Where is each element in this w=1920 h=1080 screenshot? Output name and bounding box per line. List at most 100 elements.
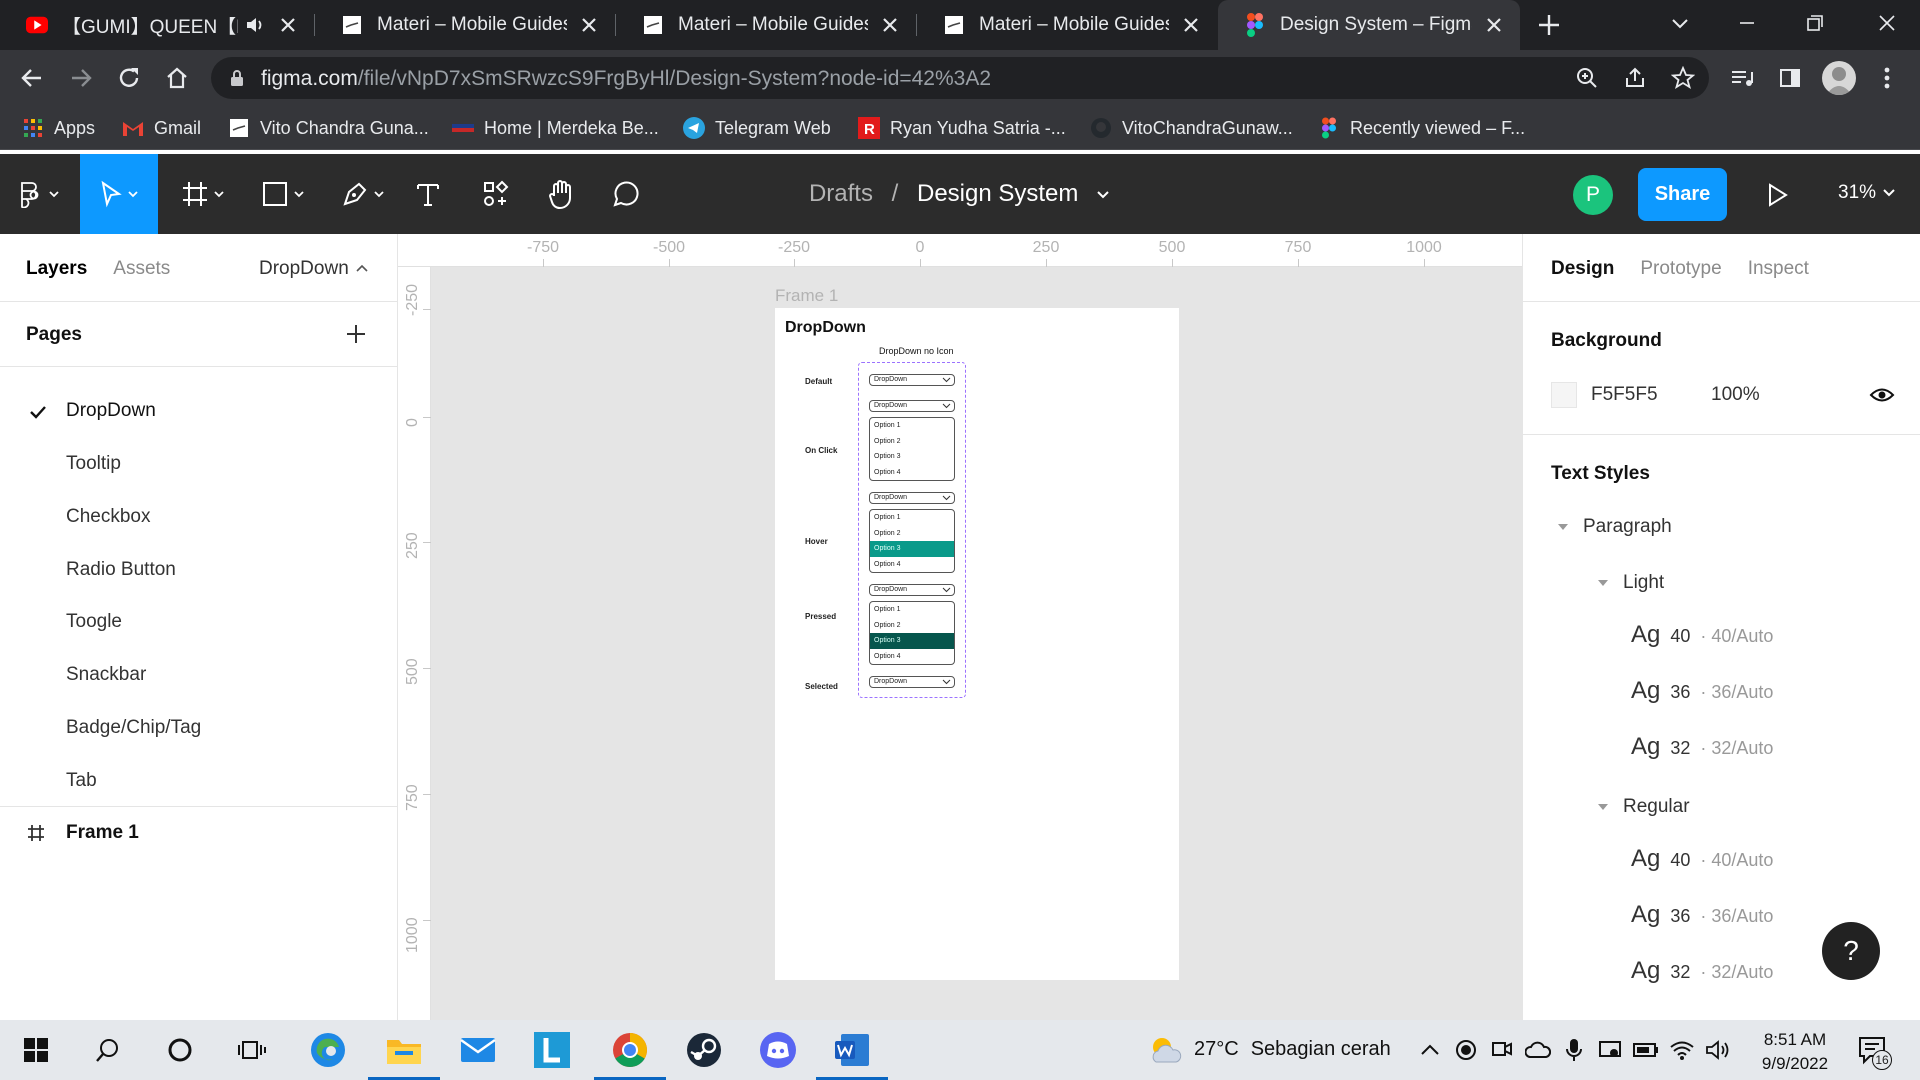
shape-tool-button[interactable] — [254, 154, 316, 234]
page-item-tooltip[interactable]: Tooltip — [66, 453, 121, 475]
comment-tool-button[interactable] — [604, 154, 648, 234]
home-icon[interactable] — [162, 63, 192, 93]
text-tool-button[interactable] — [406, 154, 450, 234]
page-item-toogle[interactable]: Toogle — [66, 611, 122, 633]
breadcrumb-drafts[interactable]: Drafts — [809, 180, 873, 207]
new-tab-plus-icon[interactable] — [1534, 10, 1564, 40]
background-opacity-input[interactable]: 100% — [1711, 384, 1760, 406]
share-page-icon[interactable] — [1623, 66, 1647, 90]
minimize-icon[interactable] — [1732, 8, 1762, 38]
notification-center-icon[interactable]: 16 — [1854, 1032, 1894, 1072]
text-style-group-light[interactable]: Light — [1597, 572, 1664, 594]
close-tab-icon[interactable] — [577, 13, 601, 37]
word-icon[interactable] — [816, 1028, 888, 1080]
page-item-tab[interactable]: Tab — [66, 770, 97, 792]
option-item[interactable]: Option 2 — [870, 434, 954, 450]
frame-1[interactable]: DropDown DropDown no Icon Default On Cli… — [775, 308, 1179, 980]
option-item-hovered[interactable]: Option 3 — [870, 541, 954, 557]
tab-layers[interactable]: Layers — [26, 258, 87, 280]
windows-start-icon[interactable] — [14, 1028, 58, 1072]
text-style-group-regular[interactable]: Regular — [1597, 796, 1690, 818]
display-settings-icon[interactable] — [1596, 1036, 1624, 1064]
address-bar[interactable]: figma.com/file/vNpD7xSmSRwzcS9FrgByHl/De… — [211, 57, 1709, 99]
bookmark-ryan[interactable]: R Ryan Yudha Satria -... — [858, 115, 1066, 141]
text-style-group-paragraph[interactable]: Paragraph — [1557, 516, 1672, 538]
tab-design[interactable]: Design — [1551, 258, 1614, 280]
browser-tab-youtube[interactable]: 【GUMI】QUEEN【Kanaria】 — [0, 0, 314, 50]
chevron-up-icon[interactable] — [1416, 1036, 1444, 1064]
present-play-icon[interactable] — [1764, 181, 1790, 209]
help-button[interactable]: ? — [1822, 922, 1880, 980]
browser-tab-materi-1[interactable]: Materi – Mobile Guides — [315, 0, 615, 50]
zoom-magnifier-icon[interactable] — [1575, 66, 1599, 90]
option-item[interactable]: Option 3 — [870, 449, 954, 465]
close-tab-icon[interactable] — [1482, 13, 1506, 37]
option-item[interactable]: Option 2 — [870, 526, 954, 542]
tab-assets[interactable]: Assets — [113, 258, 170, 280]
meet-now-icon[interactable] — [1488, 1036, 1516, 1064]
bookmark-star-icon[interactable] — [1671, 66, 1695, 90]
hand-tool-button[interactable] — [540, 154, 584, 234]
option-item-pressed[interactable]: Option 3 — [870, 633, 954, 649]
option-item[interactable]: Option 1 — [870, 510, 954, 526]
add-page-plus-icon[interactable] — [344, 322, 368, 346]
tab-prototype[interactable]: Prototype — [1640, 258, 1721, 280]
chrome-icon[interactable] — [594, 1028, 666, 1080]
bookmark-merdeka[interactable]: Home | Merdeka Be... — [452, 115, 659, 141]
option-item[interactable]: Option 1 — [870, 418, 954, 434]
close-tab-icon[interactable] — [878, 13, 902, 37]
text-style-regular-32[interactable]: Ag 32 · 32/Auto — [1631, 957, 1773, 985]
bookmark-apps[interactable]: Apps — [22, 115, 95, 141]
cortana-icon[interactable] — [158, 1028, 202, 1072]
page-item-snackbar[interactable]: Snackbar — [66, 664, 146, 686]
dropdown-default[interactable]: DropDown — [869, 374, 955, 386]
browser-tab-materi-2[interactable]: Materi – Mobile Guides (Copy) — [616, 0, 916, 50]
option-item[interactable]: Option 2 — [870, 618, 954, 634]
eye-icon[interactable] — [1869, 383, 1895, 407]
page-item-radio-button[interactable]: Radio Button — [66, 559, 176, 581]
tab-inspect[interactable]: Inspect — [1748, 258, 1809, 280]
design-canvas[interactable]: -750 -500 -250 0 250 500 750 1000 -250 0… — [398, 234, 1522, 1020]
share-button[interactable]: Share — [1638, 168, 1727, 221]
frame-label[interactable]: Frame 1 — [775, 286, 838, 306]
text-style-regular-36[interactable]: Ag 36 · 36/Auto — [1631, 901, 1773, 929]
dropdown-variant-set[interactable]: DropDown DropDown Option 1 Option 2 Opti… — [858, 362, 966, 698]
user-avatar[interactable]: P — [1573, 175, 1613, 215]
zoom-menu[interactable]: 31% — [1838, 182, 1896, 204]
text-style-light-32[interactable]: Ag 32 · 32/Auto — [1631, 733, 1773, 761]
battery-icon[interactable] — [1632, 1036, 1660, 1064]
pen-tool-button[interactable] — [334, 154, 396, 234]
text-style-regular-40[interactable]: Ag 40 · 40/Auto — [1631, 845, 1773, 873]
record-icon[interactable] — [1452, 1036, 1480, 1064]
page-item-badge-chip-tag[interactable]: Badge/Chip/Tag — [66, 717, 201, 739]
text-style-light-40[interactable]: Ag 40 · 40/Auto — [1631, 621, 1773, 649]
back-arrow-icon[interactable] — [17, 63, 47, 93]
option-item[interactable]: Option 4 — [870, 557, 954, 573]
page-item-checkbox[interactable]: Checkbox — [66, 506, 151, 528]
bookmark-vito[interactable]: Vito Chandra Guna... — [228, 115, 429, 141]
forward-arrow-icon[interactable] — [66, 63, 96, 93]
background-color-swatch[interactable] — [1551, 382, 1577, 408]
restore-window-icon[interactable] — [1800, 8, 1830, 38]
move-tool-button[interactable] — [80, 154, 158, 234]
file-explorer-icon[interactable] — [368, 1028, 440, 1080]
tab-search-chevron-icon[interactable] — [1665, 8, 1695, 38]
discord-icon[interactable] — [756, 1028, 800, 1072]
browser-tab-figma[interactable]: Design System – Figma — [1218, 0, 1520, 50]
launcher-l-icon[interactable] — [530, 1028, 574, 1072]
main-menu-button[interactable] — [12, 154, 66, 234]
reading-list-icon[interactable] — [1727, 63, 1757, 93]
steam-icon[interactable] — [682, 1028, 726, 1072]
browser-tab-materi-3[interactable]: Materi – Mobile Guides (Copy) — [917, 0, 1217, 50]
bookmark-figma-recent[interactable]: Recently viewed – F... — [1318, 115, 1525, 141]
background-hex-input[interactable]: F5F5F5 — [1591, 384, 1658, 406]
edge-browser-icon[interactable] — [306, 1028, 350, 1072]
file-name[interactable]: Design System — [917, 180, 1078, 207]
side-panel-icon[interactable] — [1775, 63, 1805, 93]
wifi-icon[interactable] — [1668, 1036, 1696, 1064]
reload-icon[interactable] — [114, 63, 144, 93]
mail-icon[interactable] — [456, 1028, 500, 1072]
option-item[interactable]: Option 1 — [870, 602, 954, 618]
option-item[interactable]: Option 4 — [870, 649, 954, 665]
layer-frame-1[interactable]: Frame 1 — [26, 822, 139, 844]
